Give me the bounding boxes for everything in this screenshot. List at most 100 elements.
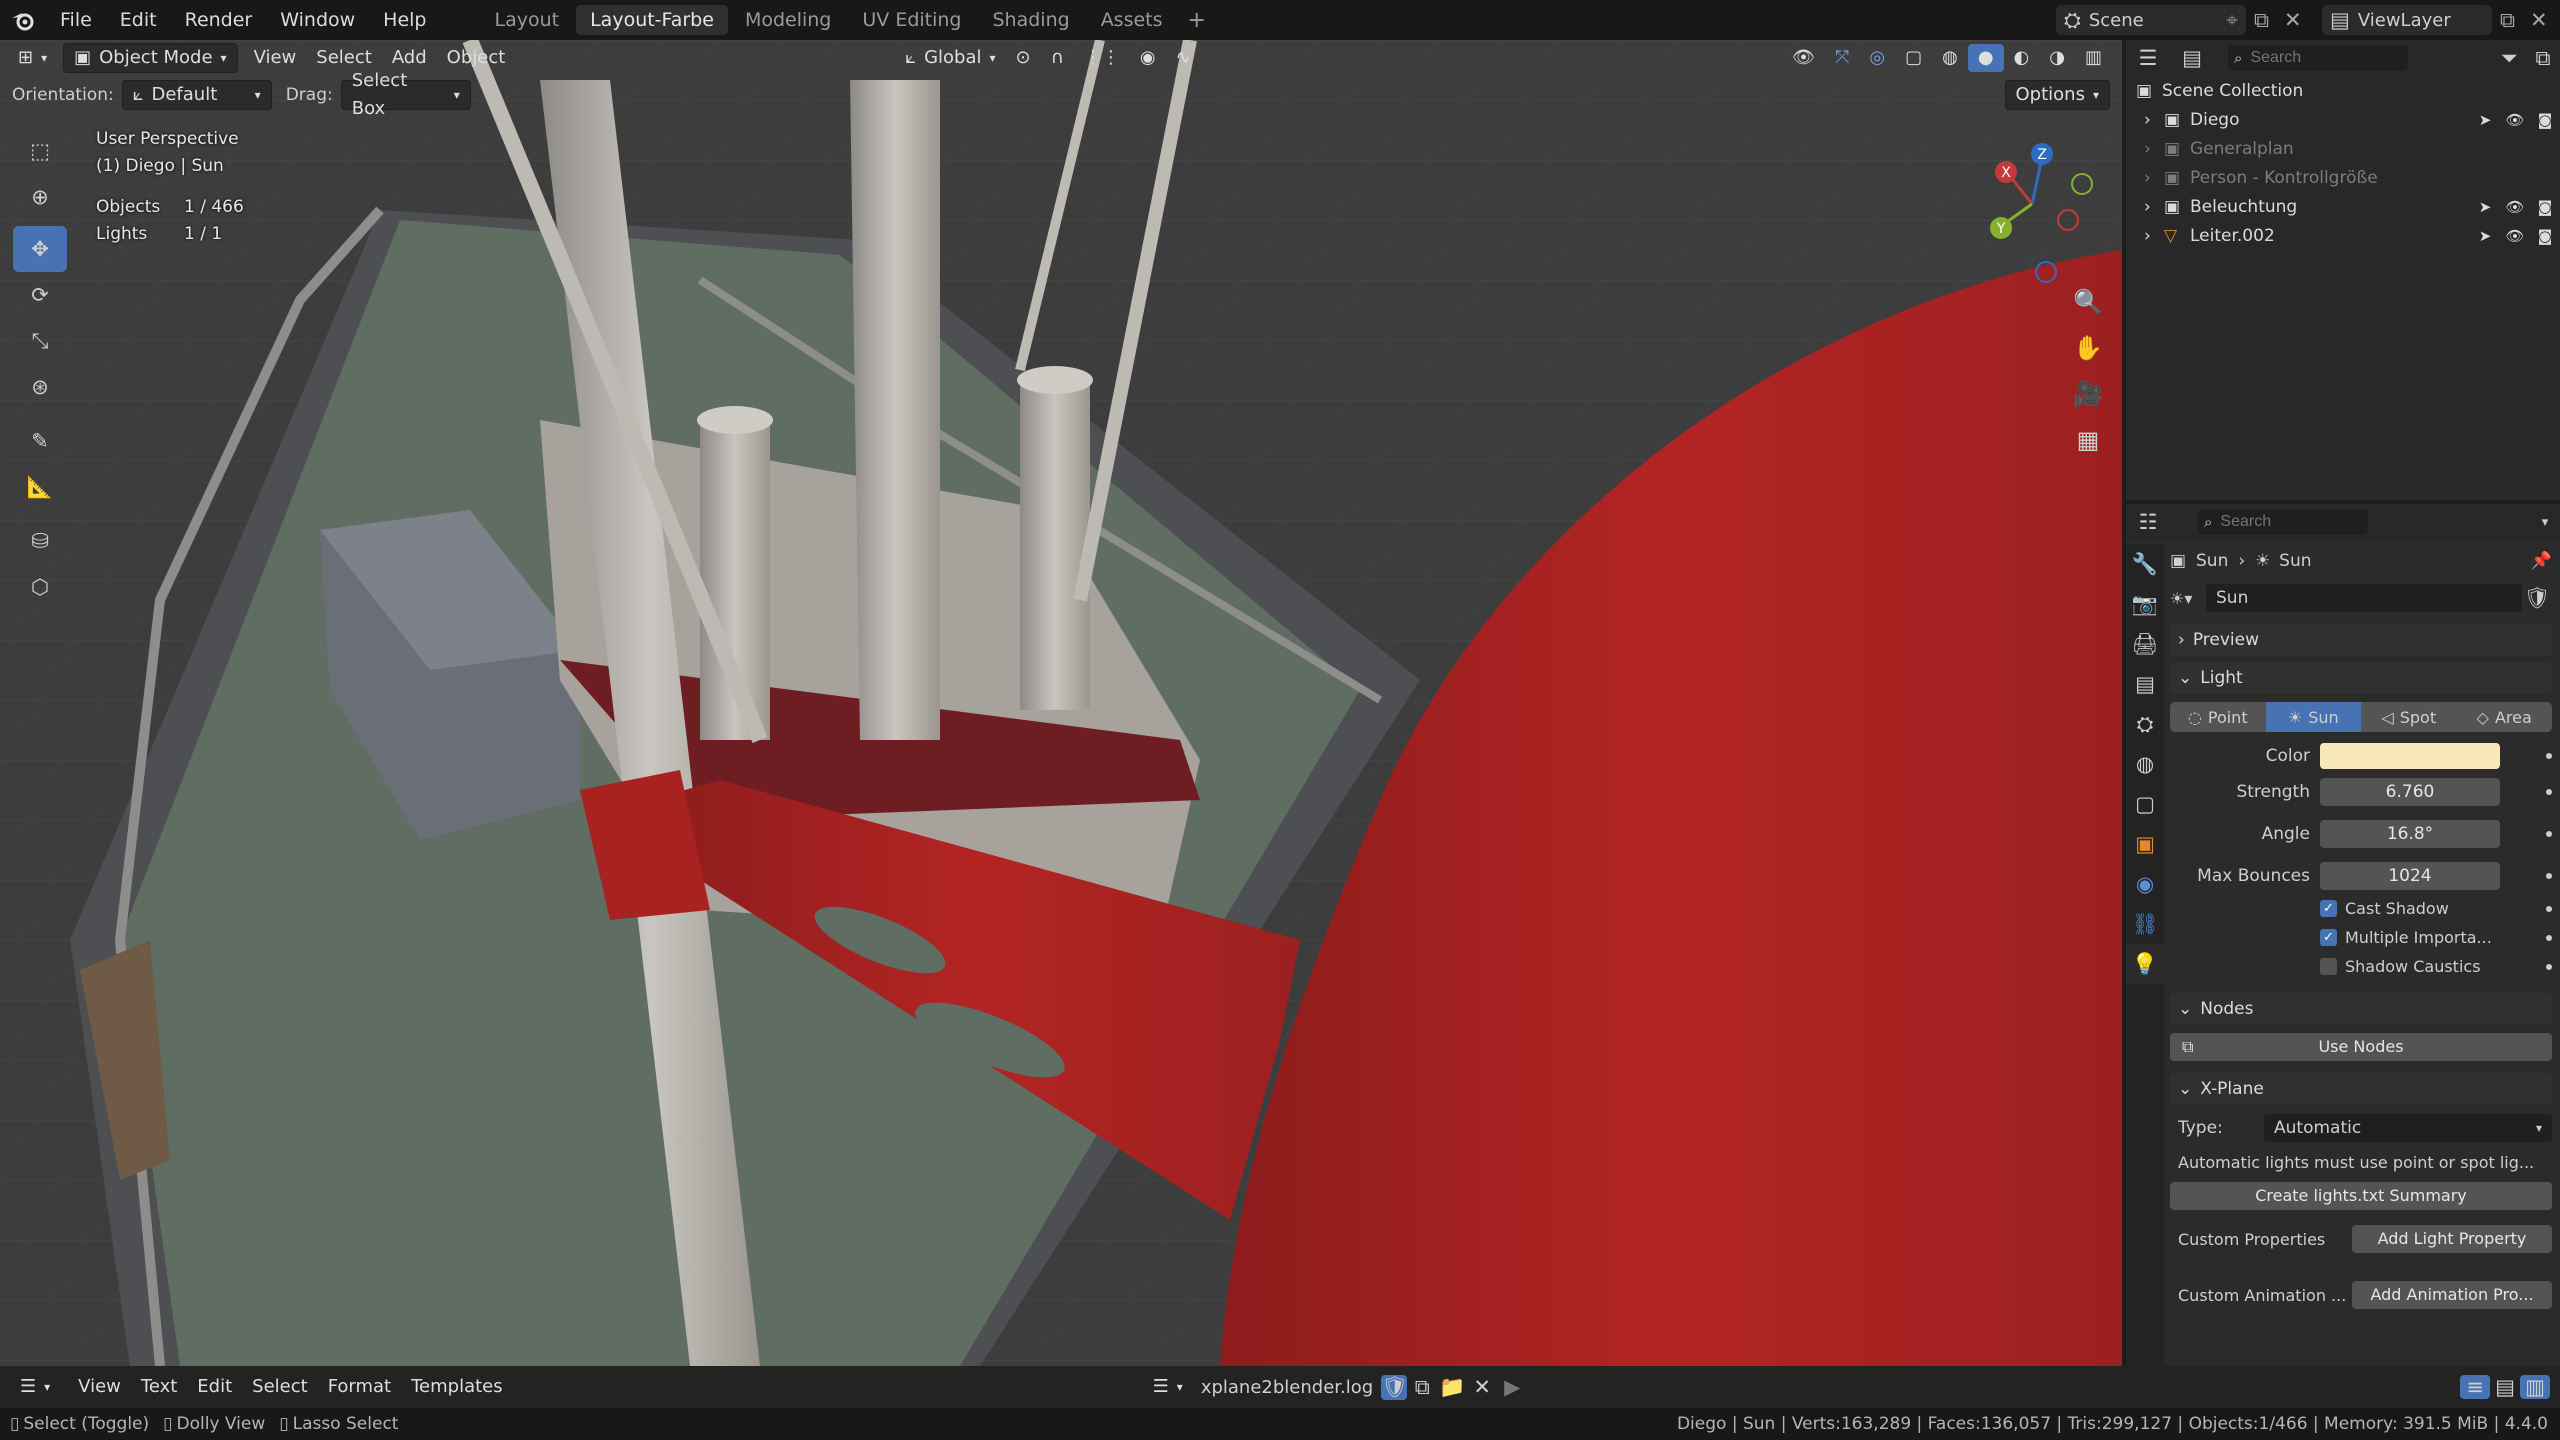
- select-arrow-icon[interactable]: ➤: [2470, 227, 2500, 245]
- solid-shading[interactable]: ●: [1967, 44, 2004, 72]
- camera-icon[interactable]: ◙: [2530, 198, 2560, 216]
- chevron-right-icon[interactable]: ›: [2144, 168, 2164, 188]
- text-menu-edit[interactable]: Edit: [187, 1373, 242, 1401]
- duplicate-text-icon[interactable]: ⧉: [1407, 1375, 1437, 1400]
- line-numbers-toggle-icon[interactable]: ≡: [2460, 1375, 2490, 1399]
- xplane-type-dropdown[interactable]: Automatic ▾: [2264, 1114, 2552, 1142]
- add-cylinder-tool[interactable]: ⛁: [13, 518, 67, 564]
- scale-tool[interactable]: ⤡: [13, 318, 67, 364]
- eye-icon[interactable]: 👁: [2500, 198, 2530, 216]
- world-tab-icon[interactable]: ◍: [2126, 744, 2164, 784]
- rendered-shading[interactable]: ◑: [2039, 44, 2075, 72]
- display-mode-icon[interactable]: ▤: [2170, 46, 2214, 70]
- text-browse-button[interactable]: ☰ ▾: [1143, 1373, 1193, 1401]
- collection-tab-icon[interactable]: ▢: [2126, 784, 2164, 824]
- wireframe-shading[interactable]: ◍: [1932, 44, 1968, 72]
- tool-tab-icon[interactable]: 🔧: [2126, 544, 2164, 584]
- checkbox[interactable]: ✓: [2320, 929, 2337, 946]
- keyframe-dot[interactable]: [2546, 873, 2552, 879]
- datablock-name-field[interactable]: Sun: [2206, 584, 2522, 612]
- delete-viewlayer-icon[interactable]: ✕: [2530, 8, 2560, 32]
- mode-selector[interactable]: ▣ Object Mode ▾: [63, 43, 238, 73]
- add-animation-property-button[interactable]: Add Animation Pro...: [2352, 1281, 2552, 1309]
- viewlayer-selector[interactable]: ▤ ViewLayer: [2322, 5, 2492, 35]
- keyframe-dot[interactable]: [2546, 934, 2552, 941]
- add-cube-tool[interactable]: ⬡: [13, 564, 67, 610]
- strength-field[interactable]: 6.760: [2320, 778, 2500, 806]
- move-tool[interactable]: ✥: [13, 226, 67, 272]
- checkbox-row[interactable]: ✓ Cast Shadow: [2320, 894, 2552, 923]
- output-tab-icon[interactable]: 🖨: [2126, 624, 2164, 664]
- menu-help[interactable]: Help: [369, 0, 440, 40]
- eye-icon[interactable]: 👁: [2500, 111, 2530, 129]
- object-tab-icon[interactable]: ▣: [2126, 824, 2164, 864]
- checkbox[interactable]: [2320, 958, 2337, 975]
- outliner-item[interactable]: › ▽ Leiter.002 ➤ 👁 ◙: [2136, 221, 2560, 250]
- filter-icon[interactable]: ⏷: [2492, 46, 2526, 71]
- text-filename-field[interactable]: xplane2blender.log: [1193, 1377, 1381, 1398]
- pin-icon[interactable]: ⌖: [2226, 8, 2246, 33]
- camera-icon[interactable]: ◙: [2530, 111, 2560, 129]
- light-panel-header[interactable]: ⌄ Light: [2170, 662, 2552, 694]
- new-collection-icon[interactable]: ⧉: [2526, 46, 2560, 71]
- select-arrow-icon[interactable]: ➤: [2470, 111, 2500, 129]
- outliner-editor-icon[interactable]: ☰: [2126, 46, 2170, 70]
- workspace-tab[interactable]: Assets: [1087, 5, 1177, 35]
- light-type-spot[interactable]: ◁ Spot: [2361, 702, 2457, 732]
- viewport-menu-view[interactable]: View: [244, 44, 307, 72]
- text-menu-select[interactable]: Select: [242, 1373, 318, 1401]
- camera-icon[interactable]: 🎥: [2066, 380, 2110, 426]
- rotate-tool[interactable]: ⟳: [13, 272, 67, 318]
- checkbox-row[interactable]: Shadow Caustics: [2320, 952, 2552, 981]
- new-scene-icon[interactable]: ⧉: [2254, 8, 2284, 33]
- max-bounces-field[interactable]: 1024: [2320, 862, 2500, 890]
- grid-icon[interactable]: ▦: [2066, 426, 2110, 472]
- menu-file[interactable]: File: [46, 0, 106, 40]
- text-menu-format[interactable]: Format: [318, 1373, 401, 1401]
- pin-icon[interactable]: 📌: [2531, 551, 2552, 571]
- preview-panel-header[interactable]: › Preview: [2170, 624, 2552, 656]
- nodes-panel-header[interactable]: ⌄ Nodes: [2170, 993, 2552, 1025]
- chevron-down-icon[interactable]: ▾: [2530, 515, 2560, 530]
- sidebar-toggle[interactable]: ▥: [2075, 44, 2112, 72]
- syntax-highlight-toggle-icon[interactable]: ▥: [2520, 1375, 2550, 1399]
- delete-scene-icon[interactable]: ✕: [2284, 8, 2314, 32]
- falloff-button[interactable]: ∿: [1166, 44, 1201, 72]
- viewport-scene[interactable]: [0, 40, 2122, 1366]
- outliner-item[interactable]: › ▣ Generalplan: [2136, 134, 2560, 163]
- scene-collection-row[interactable]: ▣ Scene Collection: [2136, 76, 2560, 105]
- snap-target-button[interactable]: ⋮⋮: [1074, 44, 1130, 72]
- mast-center[interactable]: [850, 80, 940, 740]
- physics-tab-icon[interactable]: ◉: [2126, 864, 2164, 904]
- chevron-right-icon[interactable]: ›: [2144, 197, 2164, 217]
- xplane-panel-header[interactable]: ⌄ X-Plane: [2170, 1073, 2552, 1105]
- measure-tool[interactable]: 📐: [13, 464, 67, 510]
- open-folder-icon[interactable]: 📁: [1437, 1375, 1467, 1400]
- workspace-tab[interactable]: Modeling: [731, 5, 845, 35]
- unlink-text-icon[interactable]: ✕: [1467, 1375, 1497, 1399]
- viewport-menu-object[interactable]: Object: [437, 44, 516, 72]
- keyframe-dot[interactable]: [2546, 753, 2552, 759]
- outliner-search-input[interactable]: [2248, 48, 2393, 68]
- cursor-tool[interactable]: ⊕: [13, 174, 67, 220]
- add-light-property-button[interactable]: Add Light Property: [2352, 1225, 2552, 1253]
- eye-icon[interactable]: 👁: [2500, 227, 2530, 245]
- chevron-right-icon[interactable]: ›: [2144, 226, 2164, 246]
- proportional-edit-toggle[interactable]: ◉: [1130, 44, 1166, 72]
- use-nodes-button[interactable]: ⧉ Use Nodes: [2170, 1033, 2552, 1061]
- word-wrap-toggle-icon[interactable]: ▤: [2490, 1375, 2520, 1399]
- constraints-tab-icon[interactable]: ⛓: [2126, 904, 2164, 944]
- checkbox-row[interactable]: ✓ Multiple Importa...: [2320, 923, 2552, 952]
- keyframe-dot[interactable]: [2546, 905, 2552, 912]
- outliner-search[interactable]: ⌕: [2228, 45, 2408, 71]
- workspace-tab[interactable]: Shading: [979, 5, 1084, 35]
- light-data-tab-icon[interactable]: 💡: [2126, 944, 2164, 984]
- scene-tab-icon[interactable]: ⛭: [2126, 704, 2164, 744]
- new-viewlayer-icon[interactable]: ⧉: [2500, 8, 2530, 33]
- keyframe-dot[interactable]: [2546, 963, 2552, 970]
- transform-orientation-selector[interactable]: ⟀ Global ▾: [895, 44, 1005, 72]
- text-menu-text[interactable]: Text: [131, 1373, 187, 1401]
- create-lights-summary-button[interactable]: Create lights.txt Summary: [2170, 1182, 2552, 1210]
- angle-field[interactable]: 16.8°: [2320, 820, 2500, 848]
- xray-toggle[interactable]: ▢: [1895, 44, 1932, 72]
